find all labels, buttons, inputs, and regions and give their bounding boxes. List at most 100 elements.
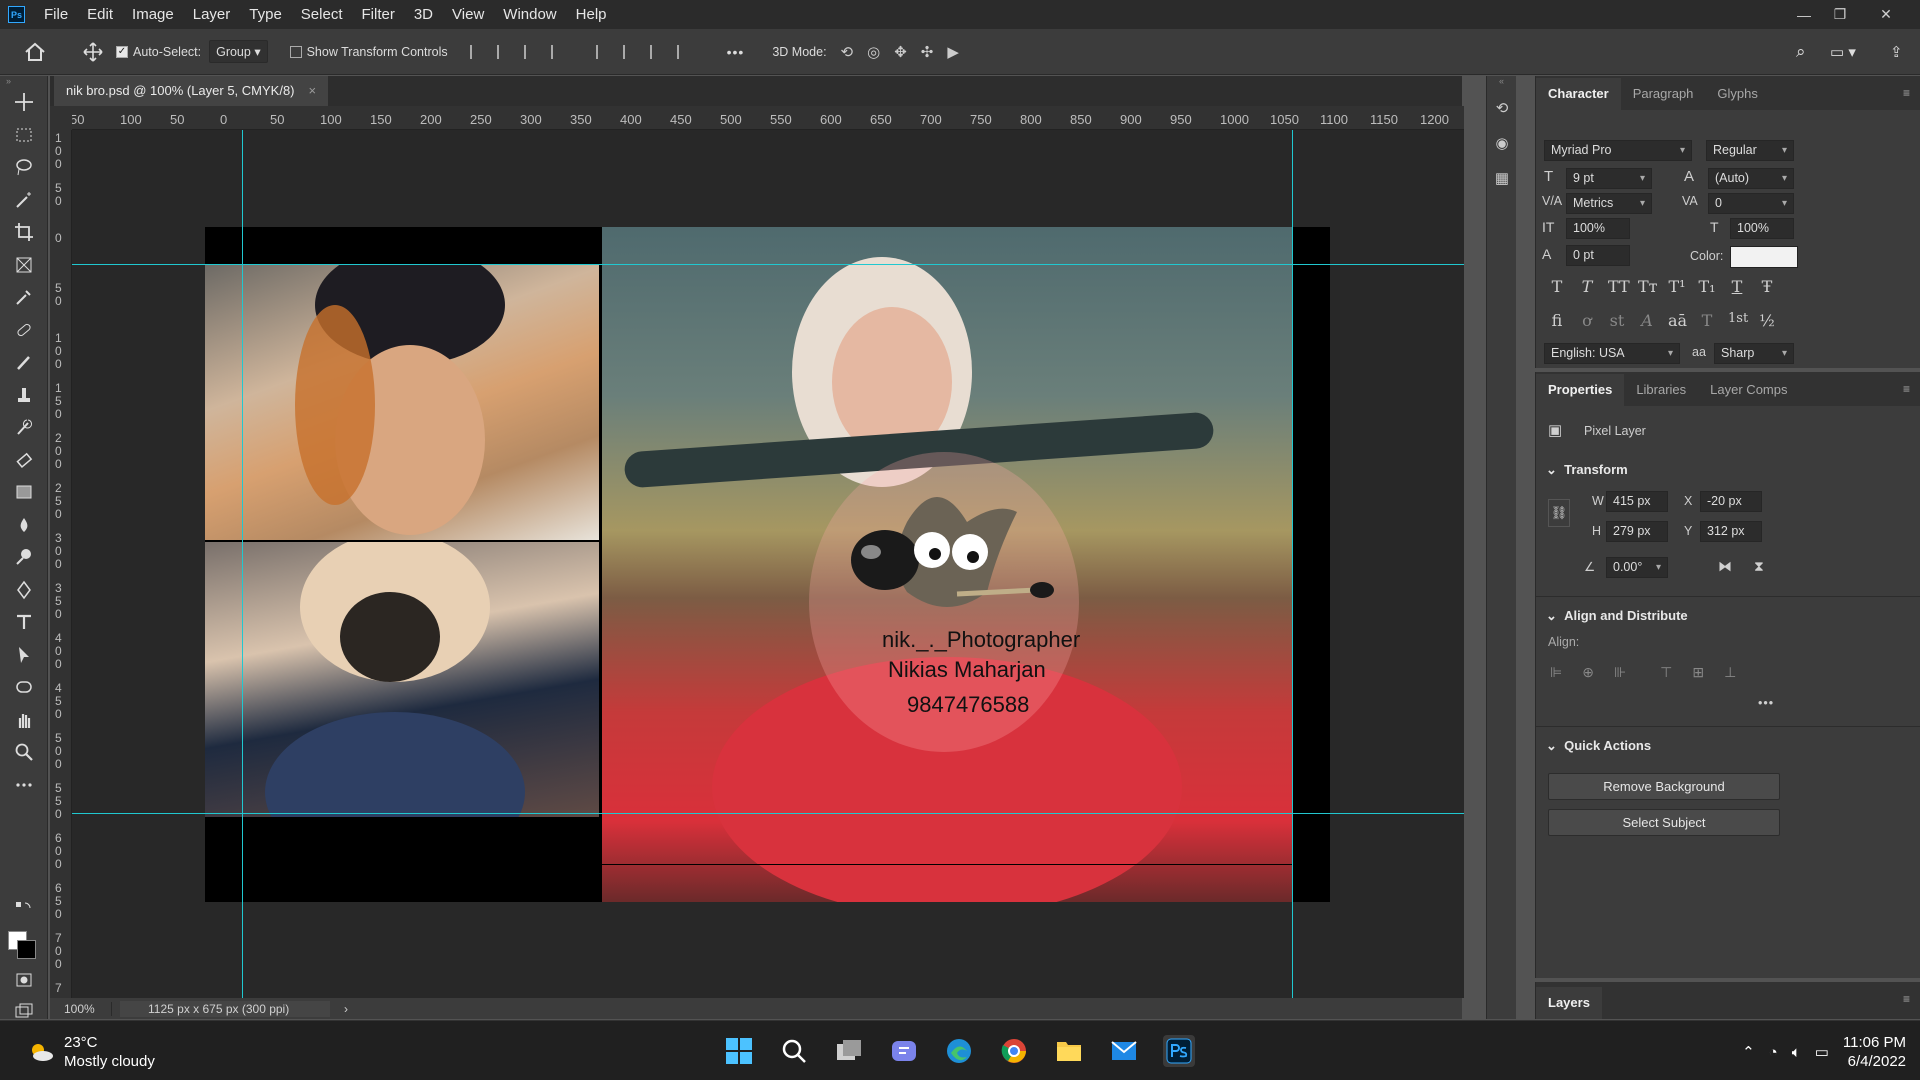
share-icon[interactable]: ⇪ bbox=[1890, 43, 1903, 61]
menu-view[interactable]: View bbox=[443, 0, 494, 29]
minimize-icon[interactable]: — bbox=[1786, 0, 1822, 29]
lasso-tool-icon[interactable] bbox=[0, 151, 48, 184]
guide-horizontal[interactable] bbox=[72, 264, 1464, 265]
zoom-tool-icon[interactable] bbox=[0, 736, 48, 769]
align-top-edges-icon[interactable]: ⊤ bbox=[1660, 664, 1672, 681]
align-horizontal-centers-icon[interactable]: ⊕ bbox=[1582, 664, 1594, 681]
3d-camera-icon[interactable]: ▶ bbox=[947, 43, 959, 61]
gradient-tool-icon[interactable] bbox=[0, 476, 48, 509]
font-style-dropdown[interactable]: Regular ▾ bbox=[1706, 140, 1794, 161]
align-middle-icon[interactable] bbox=[622, 44, 637, 59]
align-right-edges-icon[interactable]: ⊪ bbox=[1614, 664, 1626, 681]
search-icon[interactable] bbox=[778, 1035, 810, 1067]
menu-select[interactable]: Select bbox=[292, 0, 353, 29]
background-color-swatch[interactable] bbox=[17, 940, 36, 959]
tab-layer-comps[interactable]: Layer Comps bbox=[1698, 374, 1799, 406]
3d-slide-icon[interactable]: ✣ bbox=[921, 43, 934, 61]
canvas-area[interactable]: nik._._Photographer Nikias Maharjan 9847… bbox=[72, 130, 1464, 998]
transform-section-header[interactable]: ⌄ Transform bbox=[1546, 462, 1628, 478]
healing-tool-icon[interactable] bbox=[0, 314, 48, 347]
discretionary-ligatures-button[interactable]: st bbox=[1608, 311, 1626, 330]
home-icon[interactable] bbox=[0, 42, 70, 62]
menu-type[interactable]: Type bbox=[240, 0, 292, 29]
stylistic-alternates-button[interactable]: aā bbox=[1668, 311, 1687, 330]
angle-field[interactable]: 0.00° ▾ bbox=[1606, 557, 1668, 578]
magic-wand-tool-icon[interactable] bbox=[0, 184, 48, 217]
chrome-browser-icon[interactable] bbox=[998, 1035, 1030, 1067]
ordinals-button[interactable]: 1st bbox=[1728, 311, 1748, 330]
align-top-icon[interactable] bbox=[595, 44, 610, 59]
blur-tool-icon[interactable] bbox=[0, 509, 48, 542]
panel-menu-icon[interactable]: ≡ bbox=[1903, 382, 1910, 396]
panel-collapse-icon[interactable]: » bbox=[0, 76, 47, 86]
height-field[interactable]: 279 px bbox=[1606, 521, 1668, 542]
guide-horizontal[interactable] bbox=[72, 813, 1464, 814]
distribute-icon[interactable] bbox=[550, 44, 565, 59]
menu-edit[interactable]: Edit bbox=[78, 0, 123, 29]
tracking-field[interactable]: 0 ▾ bbox=[1708, 193, 1794, 214]
wifi-icon[interactable]: ◔ bbox=[1769, 1044, 1778, 1061]
x-position-field[interactable]: -20 px bbox=[1700, 491, 1762, 512]
document-tab[interactable]: nik bro.psd @ 100% (Layer 5, CMYK/8) × bbox=[54, 76, 329, 106]
move-tool-icon[interactable] bbox=[70, 41, 116, 62]
stamp-tool-icon[interactable] bbox=[0, 379, 48, 412]
align-center-icon[interactable] bbox=[496, 44, 511, 59]
frame-tool-icon[interactable] bbox=[0, 249, 48, 282]
workspace-icon[interactable]: ▭ ▾ bbox=[1830, 43, 1856, 61]
brush-tool-icon[interactable] bbox=[0, 346, 48, 379]
search-icon[interactable]: ⌕ bbox=[1796, 42, 1806, 62]
type-tool-icon[interactable] bbox=[0, 606, 48, 639]
show-hidden-icons-chevron-icon[interactable]: ⌃ bbox=[1742, 1043, 1755, 1061]
font-size-field[interactable]: 9 pt ▾ bbox=[1566, 168, 1652, 189]
battery-icon[interactable]: ▭ bbox=[1815, 1043, 1829, 1061]
titling-alternates-button[interactable]: T bbox=[1698, 311, 1716, 330]
align-section-header[interactable]: ⌄ Align and Distribute bbox=[1546, 608, 1688, 624]
tab-paragraph[interactable]: Paragraph bbox=[1621, 78, 1706, 110]
file-explorer-icon[interactable] bbox=[1053, 1035, 1085, 1067]
windows-start-icon[interactable] bbox=[723, 1035, 755, 1067]
close-document-icon[interactable]: × bbox=[309, 76, 317, 106]
align-bottom-edges-icon[interactable]: ⊥ bbox=[1724, 664, 1736, 681]
3d-orbit-icon[interactable]: ⟲ bbox=[841, 43, 854, 61]
panel-menu-icon[interactable]: ≡ bbox=[1903, 86, 1910, 100]
eraser-tool-icon[interactable] bbox=[0, 444, 48, 477]
move-tool-icon[interactable] bbox=[0, 86, 48, 119]
y-position-field[interactable]: 312 px bbox=[1700, 521, 1762, 542]
tab-properties[interactable]: Properties bbox=[1536, 374, 1625, 406]
link-dimensions-icon[interactable]: ⛓ bbox=[1548, 499, 1570, 527]
small-caps-button[interactable]: Tт bbox=[1638, 277, 1658, 296]
guide-vertical[interactable] bbox=[1292, 130, 1293, 998]
volume-icon[interactable]: 🔈︎ bbox=[1792, 1044, 1801, 1061]
width-field[interactable]: 415 px bbox=[1606, 491, 1668, 512]
align-left-icon[interactable] bbox=[469, 44, 484, 59]
fractions-button[interactable]: ½ bbox=[1758, 311, 1776, 330]
task-view-icon[interactable] bbox=[833, 1035, 865, 1067]
auto-select-target-dropdown[interactable]: Group ▾ bbox=[209, 40, 268, 63]
more-align-options-button[interactable]: ••• bbox=[1758, 696, 1774, 710]
align-right-icon[interactable] bbox=[523, 44, 538, 59]
mail-icon[interactable] bbox=[1108, 1035, 1140, 1067]
quick-mask-icon[interactable] bbox=[0, 964, 48, 997]
strip-collapse-icon[interactable]: « bbox=[1487, 76, 1516, 90]
menu-image[interactable]: Image bbox=[123, 0, 184, 29]
ligatures-button[interactable]: ﬁ bbox=[1548, 311, 1566, 330]
document-canvas[interactable]: nik._._Photographer Nikias Maharjan 9847… bbox=[205, 227, 1330, 902]
strikethrough-button[interactable]: Ŧ bbox=[1758, 277, 1776, 296]
menu-layer[interactable]: Layer bbox=[184, 0, 241, 29]
pen-tool-icon[interactable] bbox=[0, 574, 48, 607]
swatches-panel-icon[interactable]: ▦ bbox=[1487, 160, 1517, 195]
3d-pan-icon[interactable]: ✥ bbox=[894, 43, 907, 61]
history-brush-tool-icon[interactable] bbox=[0, 411, 48, 444]
menu-help[interactable]: Help bbox=[567, 0, 617, 29]
restore-icon[interactable]: ❐ bbox=[1822, 0, 1858, 29]
flip-horizontal-icon[interactable]: ⧓ bbox=[1718, 558, 1732, 575]
antialias-dropdown[interactable]: Sharp ▾ bbox=[1714, 343, 1794, 364]
tab-layers[interactable]: Layers bbox=[1536, 987, 1602, 1019]
clock[interactable]: 11:06 PM 6/4/2022 bbox=[1843, 1033, 1906, 1071]
vertical-ruler[interactable]: 1005005010015020025030035040045050055060… bbox=[50, 130, 72, 998]
guide-vertical[interactable] bbox=[242, 130, 243, 998]
faux-bold-button[interactable]: T bbox=[1548, 277, 1566, 296]
align-bottom-icon[interactable] bbox=[649, 44, 664, 59]
shape-tool-icon[interactable] bbox=[0, 671, 48, 704]
distribute-vertical-icon[interactable] bbox=[676, 44, 691, 59]
